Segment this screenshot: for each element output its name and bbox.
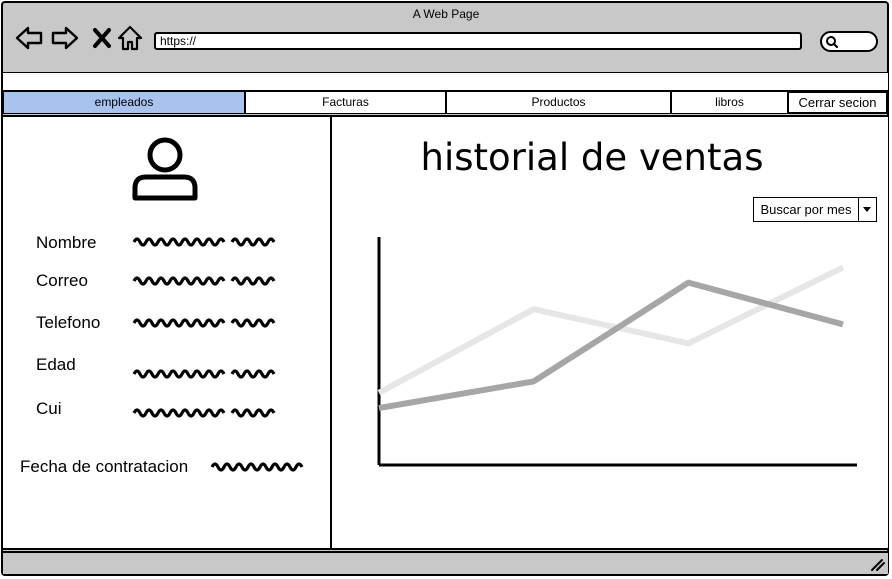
redacted-value-scribble xyxy=(132,369,276,379)
logout-button[interactable]: Cerrar secion xyxy=(787,91,888,114)
tab-productos[interactable]: Productos xyxy=(446,91,671,114)
nav-tabs: empleados Facturas Productos libros Cerr… xyxy=(0,91,892,115)
redacted-value-scribble xyxy=(132,276,276,286)
field-label-fecha-contratacion: Fecha de contratacion xyxy=(20,457,189,476)
status-bar xyxy=(3,551,888,574)
month-filter-label: Buscar por mes xyxy=(760,202,852,217)
browser-search[interactable] xyxy=(820,31,878,52)
redacted-value-scribble xyxy=(210,462,304,472)
month-filter-dropdown[interactable]: Buscar por mes xyxy=(753,197,877,222)
tab-empleados[interactable]: empleados xyxy=(3,91,245,114)
field-label-cui: Cui xyxy=(36,399,62,418)
field-label-nombre: Nombre xyxy=(36,233,97,252)
window-title: A Web Page xyxy=(412,7,480,21)
close-icon[interactable] xyxy=(88,23,118,53)
redacted-value-scribble xyxy=(132,318,276,328)
chevron-down-icon xyxy=(863,207,871,212)
sales-history-title: historial de ventas xyxy=(420,136,764,179)
back-arrow-icon[interactable] xyxy=(14,23,44,53)
user-avatar-icon xyxy=(132,137,198,201)
field-label-correo: Correo xyxy=(36,271,88,290)
toolbar-strip xyxy=(3,72,888,91)
dropdown-toggle[interactable] xyxy=(858,198,876,221)
search-icon xyxy=(826,36,839,49)
home-icon[interactable] xyxy=(115,23,145,53)
resize-grip-icon[interactable] xyxy=(870,558,886,572)
redacted-value-scribble xyxy=(132,237,276,247)
field-label-edad: Edad xyxy=(36,355,76,374)
sales-line-chart xyxy=(377,237,857,467)
tab-libros[interactable]: libros xyxy=(671,91,788,114)
redacted-value-scribble xyxy=(132,408,276,418)
forward-arrow-icon[interactable] xyxy=(50,23,80,53)
address-bar[interactable]: https:// xyxy=(154,32,802,50)
field-label-telefono: Telefono xyxy=(36,313,101,332)
tab-facturas[interactable]: Facturas xyxy=(245,91,446,114)
